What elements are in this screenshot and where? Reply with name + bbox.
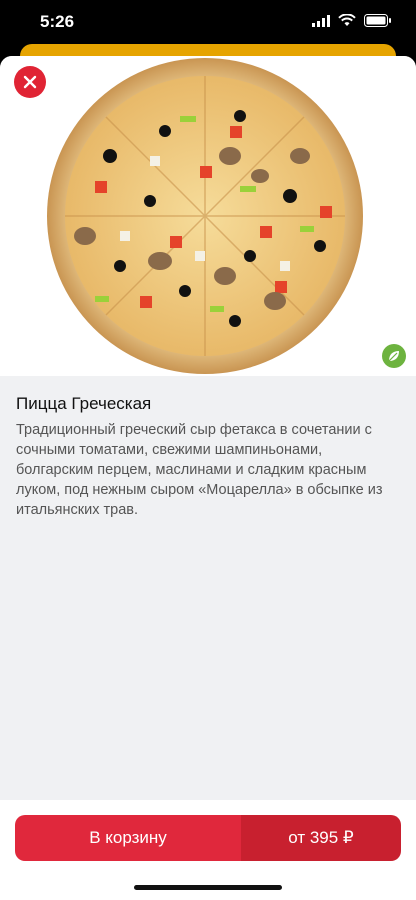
pizza-image [47, 58, 363, 374]
add-to-cart-button[interactable]: В корзину от 395 ₽ [15, 815, 401, 861]
product-image-area [0, 56, 416, 376]
signal-icon [312, 14, 330, 27]
product-sheet: Пицца Греческая Традиционный греческий с… [0, 56, 416, 900]
bottom-bar: В корзину от 395 ₽ [0, 800, 416, 900]
product-title: Пицца Греческая [16, 394, 152, 413]
wifi-icon [338, 14, 356, 26]
cart-price: от 395 ₽ [241, 815, 401, 861]
status-time: 5:26 [40, 12, 75, 31]
leaf-icon [388, 351, 399, 362]
home-indicator [134, 885, 282, 890]
status-bar: 5:26 [0, 0, 416, 46]
cart-label: В корзину [15, 815, 241, 861]
vegetarian-badge [382, 344, 406, 368]
product-description: Традиционный греческий сыр фетакса в соч… [16, 422, 383, 518]
close-button[interactable] [14, 66, 46, 98]
battery-icon [364, 14, 391, 27]
status-icons [312, 14, 392, 27]
close-icon [23, 75, 37, 89]
